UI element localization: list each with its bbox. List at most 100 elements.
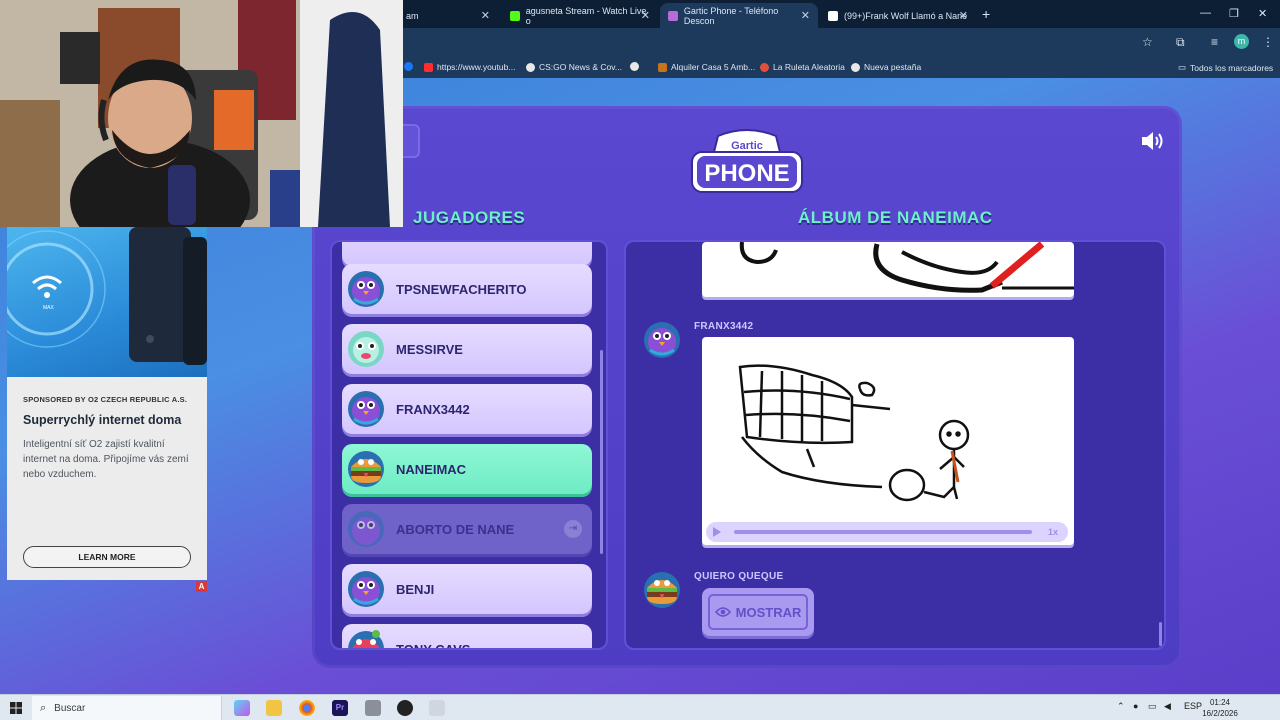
ad-headline: Superrychlý internet doma [23,413,182,427]
taskbar-search[interactable]: ⌕ Buscar [32,696,222,720]
browser-tab[interactable]: (99+)Frank Wolf Llamó a Nane ✕ [820,3,976,28]
restore-icon[interactable]: ❐ [1229,7,1239,20]
kick-icon [510,10,520,21]
album-drawing-card [702,241,1074,297]
menu-icon[interactable]: ⋮ [1262,35,1274,49]
close-window-icon[interactable]: ✕ [1258,7,1267,20]
obs-icon[interactable] [397,700,413,716]
playback-track[interactable] [734,530,1032,534]
clock-time: 01:24 [1209,698,1231,707]
close-tab-icon[interactable]: ✕ [801,9,810,22]
minimize-icon[interactable]: — [1200,7,1211,19]
new-tab-button[interactable]: + [982,6,990,22]
play-icon[interactable] [712,526,722,538]
player-row: MESSIRVE [342,324,592,374]
network-icon[interactable]: ▭ [1148,701,1157,712]
show-button-face: MOSTRAR [708,594,808,630]
premiere-icon[interactable]: Pr [332,700,348,716]
bookmark-label: Alquiler Casa 5 Amb... [671,62,756,72]
microphone-icon[interactable]: ● [1133,701,1138,711]
ad-choices-badge[interactable]: A [196,581,207,592]
copilot-icon[interactable] [234,700,250,716]
bookmark-star-icon[interactable]: ☆ [1142,35,1153,49]
player-avatar-icon [348,331,384,367]
bookmark-item[interactable]: Nueva pestaña [851,62,921,72]
players-scrollbar[interactable] [600,350,603,554]
bookmark-label: Todos los marcadores [1190,62,1274,73]
webcam-feed [0,0,403,227]
mushroom-avatar-icon [348,630,384,648]
eye-icon [714,607,731,617]
album-author-name: QUIERO QUEQUE [694,571,784,582]
player-row-disconnected: ABORTO DE NANE ⇥ [342,504,592,554]
ad-sponsor: SPONSORED BY O2 CZECH REPUBLIC A.S. [23,395,188,404]
player-name: BENJI [396,581,435,597]
search-icon: ⌕ [40,701,47,714]
profile-avatar[interactable]: m [1234,34,1249,49]
players-title: JUGADORES [413,208,526,227]
sponsored-ad[interactable]: MAX SPONSORED BY O2 CZECH REPUBLIC A.S. … [7,227,207,580]
burger-avatar-icon [644,572,680,608]
album-author-avatar-icon [644,322,680,358]
bookmark-item[interactable]: Alquiler Casa 5 Amb... [658,62,755,72]
clock-date: 16/2/2026 [1202,709,1238,718]
paint-icon[interactable] [429,700,445,716]
show-button-label: MOSTRAR [735,604,802,620]
learn-more-button[interactable]: LEARN MORE [23,546,191,568]
extensions-icon[interactable]: ⧉ [1176,35,1185,50]
close-tab-icon[interactable]: ✕ [641,9,650,22]
player-avatar-icon [348,511,384,547]
player-avatar-icon [348,271,384,307]
logo-top-text: Gartic [731,140,763,152]
tray-chevron-icon[interactable]: ⌃ [1117,701,1125,712]
player-avatar-icon [348,571,384,607]
player-row: BENJI [342,564,592,614]
speaker-icon[interactable] [1140,130,1166,152]
show-button[interactable]: MOSTRAR [702,588,814,636]
player-row: FRANX3442 [342,384,592,434]
volume-icon[interactable]: ◀ [1164,701,1171,712]
player-row-active: NANEIMAC [342,444,592,494]
system-clock[interactable]: 01:24 16/2/2026 [1200,697,1240,719]
burger-avatar-icon [348,451,384,487]
windows-taskbar: ⌕ Buscar Pr ⌃ ● ▭ ◀ ESP 01:24 16/2/2026 [0,694,1280,720]
players-list[interactable]: TPSNEWFACHERITO MESSIRVE FRANX3442 NANEI… [330,240,608,650]
player-row [342,242,592,266]
close-tab-icon[interactable]: ✕ [481,9,490,22]
bookmark-label: La Ruleta Aleatoria [773,62,845,72]
bookmark-item[interactable]: https://www.youtub... [424,62,515,72]
file-explorer-icon[interactable] [266,700,282,716]
browser-tab[interactable]: agusneta Stream - Watch Live o ✕ [502,3,658,28]
media-icon[interactable]: ≡ [1211,35,1218,49]
globe-icon [851,62,860,72]
bookmark-label: CS:GO News & Cov... [539,62,622,72]
gartic-phone-logo: Gartic PHONE [691,129,803,193]
player-name: MESSIRVE [396,341,463,357]
player-name: NANEIMAC [396,461,467,477]
album-scrollbar[interactable] [1159,622,1162,646]
ad-body: Inteligentní síť O2 zajistí kvalitní int… [23,439,189,480]
tab-title: agusneta Stream - Watch Live o [525,5,647,26]
player-avatar-icon [348,391,384,427]
bookmark-label: Nueva pestaña [864,62,922,72]
bookmark-item[interactable]: CS:GO News & Cov... [526,62,622,72]
all-bookmarks-folder[interactable]: ▭ Todos los marcadores [1178,62,1273,73]
tiktok-icon [828,10,838,21]
windows-start-icon[interactable] [10,702,22,714]
playback-speed[interactable]: 1x [1048,527,1058,537]
close-tab-icon[interactable]: ✕ [959,9,968,22]
webcam-overlay [0,0,403,227]
bookmark-item[interactable] [630,62,643,71]
album-author-name: FRANX3442 [694,321,754,332]
bookmark-item[interactable] [404,62,417,71]
bookmark-item[interactable]: La Ruleta Aleatoria [760,62,845,72]
router-illustration: MAX [7,227,207,365]
player-name: ABORTO DE NANE [396,521,515,537]
browser-tab-active[interactable]: Gartic Phone - Teléfono Descon ✕ [660,3,818,28]
player-name: FRANX3442 [396,401,470,417]
exit-icon: ⇥ [564,520,582,538]
calculator-icon[interactable] [365,700,381,716]
browser-tab[interactable]: am ✕ [398,3,498,28]
drawing-canvas [738,364,970,502]
chrome-icon[interactable] [299,700,315,716]
